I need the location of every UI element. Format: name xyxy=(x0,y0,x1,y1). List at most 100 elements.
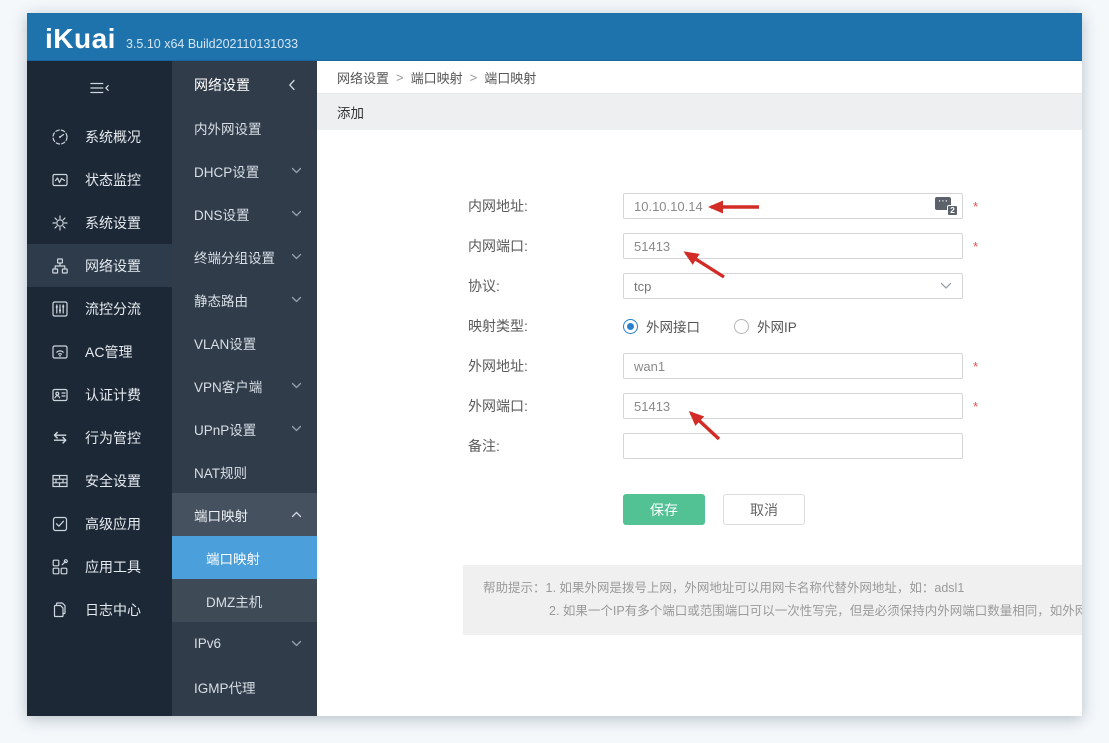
submenu-item-vpn-client[interactable]: VPN客户端 xyxy=(172,364,317,407)
cancel-button[interactable]: 取消 xyxy=(723,494,805,525)
submenu-item-label: DHCP设置 xyxy=(194,161,259,181)
form-row-protocol: 协议: tcp xyxy=(317,266,1082,306)
submenu-item-ipv6[interactable]: IPv6 xyxy=(172,622,317,665)
submenu-item-dns[interactable]: DNS设置 xyxy=(172,192,317,235)
firewall-icon xyxy=(50,471,70,491)
radio-option-wan-ip[interactable]: 外网IP xyxy=(734,316,797,336)
device-picker-badge: 2 xyxy=(947,205,958,216)
ikuai-logo: iKuai xyxy=(45,24,116,54)
protocol-label: 协议: xyxy=(468,276,623,296)
chevron-down-icon xyxy=(291,210,302,217)
breadcrumb-separator: > xyxy=(396,70,404,85)
submenu-item-nat-rules[interactable]: NAT规则 xyxy=(172,450,317,493)
section-title: 添加 xyxy=(337,102,364,122)
monitor-icon xyxy=(50,170,70,190)
protocol-selected-value: tcp xyxy=(634,279,651,294)
sidebar-item-label: 流控分流 xyxy=(85,299,141,319)
submenu-item-label: IGMP代理 xyxy=(194,677,256,697)
sidebar-item-network-settings[interactable]: 网络设置 xyxy=(27,244,172,287)
wifi-icon xyxy=(50,342,70,362)
submenu-item-label: 静态路由 xyxy=(194,290,248,310)
sidebar-item-system-settings[interactable]: 系统设置 xyxy=(27,201,172,244)
radio-option-wan-interface[interactable]: 外网接口 xyxy=(623,316,700,336)
sliders-icon xyxy=(50,299,70,319)
submenu-item-label: IPv6 xyxy=(194,636,221,651)
sidebar-item-log-center[interactable]: 日志中心 xyxy=(27,588,172,631)
chevron-down-icon xyxy=(291,253,302,260)
chevron-down-icon xyxy=(291,296,302,303)
sidebar-item-advanced-apps[interactable]: 高级应用 xyxy=(27,502,172,545)
sidebar-item-label: 认证计费 xyxy=(85,385,141,405)
submenu-item-label: VPN客户端 xyxy=(194,376,262,396)
sidebar-item-flow-control[interactable]: 流控分流 xyxy=(27,287,172,330)
radio-unselected-icon[interactable] xyxy=(734,319,749,334)
submenu-item-lan-wan[interactable]: 内外网设置 xyxy=(172,106,317,149)
wan-port-input[interactable] xyxy=(623,393,963,419)
hamburger-collapse-icon xyxy=(90,78,110,98)
sidebar-item-security-settings[interactable]: 安全设置 xyxy=(27,459,172,502)
submenu-item-label: 端口映射 xyxy=(206,548,260,568)
form-row-wan-port: 外网端口: * xyxy=(317,386,1082,426)
chevron-down-icon xyxy=(940,282,952,290)
chevron-down-icon xyxy=(291,382,302,389)
secondary-sidebar: 网络设置 内外网设置 DHCP设置 DNS设置 终端分组设置 xyxy=(172,61,317,716)
page-background: iKuai 3.5.10 x64 Build202110131033 xyxy=(0,0,1109,743)
top-bar: iKuai 3.5.10 x64 Build202110131033 xyxy=(27,13,1082,61)
sidebar-item-auth-billing[interactable]: 认证计费 xyxy=(27,373,172,416)
menu-collapse-toggle[interactable] xyxy=(27,61,172,115)
required-asterisk: * xyxy=(973,199,978,214)
sidebar-item-label: 行为管控 xyxy=(85,428,141,448)
sidebar-item-system-overview[interactable]: 系统概况 xyxy=(27,115,172,158)
check-app-icon xyxy=(50,514,70,534)
submenu-item-dmz-host[interactable]: DMZ主机 xyxy=(172,579,317,622)
lan-address-input[interactable] xyxy=(623,193,963,219)
sidebar-item-label: 网络设置 xyxy=(85,256,141,276)
submenu-item-port-mapping-group[interactable]: 端口映射 xyxy=(172,493,317,536)
radio-selected-icon[interactable] xyxy=(623,319,638,334)
submenu-item-dhcp[interactable]: DHCP设置 xyxy=(172,149,317,192)
gauge-icon xyxy=(50,127,70,147)
submenu-item-static-routes[interactable]: 静态路由 xyxy=(172,278,317,321)
required-asterisk: * xyxy=(973,359,978,374)
lan-port-input[interactable] xyxy=(623,233,963,259)
logs-icon xyxy=(50,600,70,620)
breadcrumb: 网络设置 > 端口映射 > 端口映射 xyxy=(317,61,1082,94)
sidebar-item-ac-management[interactable]: AC管理 xyxy=(27,330,172,373)
mapping-type-label: 映射类型: xyxy=(468,316,623,336)
sidebar-item-behavior-control[interactable]: ⇆ 行为管控 xyxy=(27,416,172,459)
submenu-item-vlan[interactable]: VLAN设置 xyxy=(172,321,317,364)
breadcrumb-port-mapping-group[interactable]: 端口映射 xyxy=(411,68,463,87)
app-window: iKuai 3.5.10 x64 Build202110131033 xyxy=(27,13,1082,716)
help-box: 帮助提示：1. 如果外网是拨号上网，外网地址可以用网卡名称代替外网地址，如：ad… xyxy=(463,565,1082,635)
sidebar-item-status-monitor[interactable]: 状态监控 xyxy=(27,158,172,201)
sidebar-item-label: 安全设置 xyxy=(85,471,141,491)
submenu-item-label: VLAN设置 xyxy=(194,333,256,353)
form-row-remark: 备注: xyxy=(317,426,1082,466)
sidebar-item-app-tools[interactable]: 应用工具 xyxy=(27,545,172,588)
submenu-item-upnp[interactable]: UPnP设置 xyxy=(172,407,317,450)
remark-input[interactable] xyxy=(623,433,963,459)
gear-icon xyxy=(50,213,70,233)
submenu-item-terminal-groups[interactable]: 终端分组设置 xyxy=(172,235,317,278)
sidebar-item-label: 系统设置 xyxy=(85,213,141,233)
remark-label: 备注: xyxy=(468,436,623,456)
required-asterisk: * xyxy=(973,399,978,414)
wan-port-label: 外网端口: xyxy=(468,396,623,416)
submenu-title: 网络设置 xyxy=(194,75,250,95)
protocol-select[interactable]: tcp xyxy=(623,273,963,299)
save-button[interactable]: 保存 xyxy=(623,494,705,525)
sidebar-item-label: 日志中心 xyxy=(85,600,141,620)
breadcrumb-network-settings[interactable]: 网络设置 xyxy=(337,68,389,87)
chevron-down-icon xyxy=(291,640,302,647)
firmware-version: 3.5.10 x64 Build202110131033 xyxy=(126,37,298,54)
lan-address-label: 内网地址: xyxy=(468,196,623,216)
wan-address-input[interactable] xyxy=(623,353,963,379)
chevron-left-icon[interactable] xyxy=(282,75,302,95)
chevron-down-icon xyxy=(291,425,302,432)
breadcrumb-current-page: 端口映射 xyxy=(484,68,536,87)
submenu-item-igmp-proxy[interactable]: IGMP代理 xyxy=(172,665,317,708)
device-picker-icon[interactable]: ⋯ 2 xyxy=(935,197,958,216)
help-line-1: 帮助提示：1. 如果外网是拨号上网，外网地址可以用网卡名称代替外网地址，如：ad… xyxy=(483,577,1072,600)
submenu-item-port-mapping[interactable]: 端口映射 xyxy=(172,536,317,579)
submenu-item-label: DNS设置 xyxy=(194,204,250,224)
